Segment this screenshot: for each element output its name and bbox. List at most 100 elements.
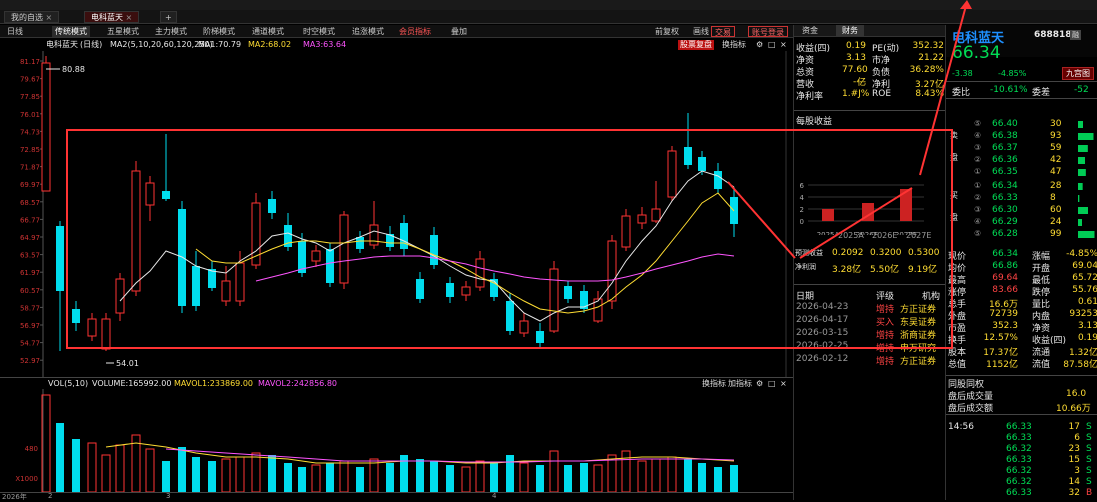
ask-price: 66.37 [992, 143, 1018, 153]
x-axis: 2026年 2 3 4 [0, 492, 793, 501]
candlestick-chart[interactable]: 81.17 79.67 77.85 76.01 74.73 72.85 71.87 69.97… [0, 51, 793, 377]
tick-price: 66.32 [1006, 444, 1032, 454]
candle-body [506, 301, 514, 331]
trade-button[interactable]: 交易 [711, 26, 735, 37]
tick-volume: 32 [1068, 488, 1080, 498]
rating-date: 2026-03-15 [796, 328, 849, 338]
fin-label: ROE [872, 89, 892, 99]
volume-bar [446, 465, 454, 492]
mode-chase[interactable]: 追涨模式 [349, 26, 387, 37]
adjust-select[interactable]: 前复权 [652, 26, 682, 37]
volume-bar [549, 450, 559, 492]
eps-year: 2026E [872, 231, 898, 240]
ask-level: ④ [974, 131, 982, 140]
overlay-button[interactable]: 叠加 [448, 26, 470, 37]
volume-bar [651, 458, 661, 492]
y-tick-label: 64.97 [20, 234, 40, 242]
tab-finance[interactable]: 财务 [836, 25, 864, 37]
chart-info-bar: 电科蓝天 (日线) MA2(5,10,20,60,120,250) MA1:70… [0, 38, 793, 51]
candle-body [400, 223, 408, 249]
finance-tabs: 资金 财务 [794, 25, 946, 37]
mode-spacetime[interactable]: 时空模式 [300, 26, 338, 37]
fin-value: 3.13 [845, 53, 866, 63]
candle-body [101, 318, 111, 350]
ma3-value: MA3:63.64 [303, 40, 347, 49]
period-select[interactable]: 日线 [4, 26, 26, 37]
volume-bar [714, 467, 722, 492]
tab-stock[interactable]: 电科蓝天 × [84, 11, 140, 23]
bid-volume: 24 [1050, 217, 1062, 227]
close-icon[interactable]: × [778, 40, 789, 50]
after-vol-value: 16.0 [1066, 389, 1087, 399]
member-indicator[interactable]: 会员指标 [396, 26, 434, 37]
mavol2-line [165, 448, 735, 463]
bid-bar [1078, 231, 1095, 238]
candle-body [145, 182, 155, 206]
ask-price: 66.36 [992, 155, 1018, 165]
candle-body [549, 268, 559, 332]
rating-date: 2026-02-12 [796, 354, 849, 364]
candle-body [221, 280, 231, 302]
tick-volume: 23 [1068, 444, 1080, 454]
bid-price: 66.28 [992, 229, 1018, 239]
candle-body [564, 286, 572, 299]
mode-five-star[interactable]: 五星模式 [104, 26, 142, 37]
settings-icon[interactable]: ⚙ [754, 40, 765, 50]
maximize-icon[interactable]: □ [766, 40, 778, 50]
tick-volume: 3 [1074, 466, 1080, 476]
nine-grid-button[interactable]: 九宫图 [1062, 67, 1094, 80]
stat-label: 总值 [948, 360, 967, 370]
chart-toolbar: 日线 传统模式 五星模式 主力模式 阶梯模式 通道模式 时空模式 追涨模式 会员… [0, 25, 793, 38]
weicha-value: -52 [1074, 85, 1089, 95]
tab-watchlist[interactable]: 我的自选 × [4, 11, 60, 23]
volume-bar [311, 464, 321, 492]
volume-bar [72, 439, 80, 492]
volume-bar [536, 465, 544, 492]
book-bars [1078, 121, 1095, 238]
login-button[interactable]: 账号登录 [748, 26, 788, 37]
stat-value: 12.57% [983, 333, 1018, 343]
stat-value: 93253 [1069, 309, 1097, 319]
bid-level: ② [974, 193, 982, 202]
rating-grade: 增持 [876, 331, 895, 341]
finance-panel: 资金 财务 收益(四) 0.19 PE(动) 352.32 净资 3.13 市净 21.22 总… [793, 25, 946, 500]
volume-chart[interactable]: 480 X1000 [0, 389, 793, 492]
after-amt-label: 盘后成交额 [948, 404, 994, 414]
eps-row-label: 预测收益 [795, 249, 823, 257]
stat-value: 1152亿 [986, 360, 1018, 370]
bid-volume: 60 [1050, 205, 1062, 215]
draw-button[interactable]: 画线 [690, 26, 712, 37]
mode-traditional[interactable]: 传统模式 [52, 26, 90, 37]
mode-main-force[interactable]: 主力模式 [152, 26, 190, 37]
add-tab-button[interactable]: + [160, 11, 177, 23]
switch-indicator-button[interactable]: 换指标 [720, 40, 748, 50]
bid-level: ③ [974, 205, 982, 214]
bid-volume: 8 [1050, 193, 1056, 203]
volume-bar [430, 461, 438, 492]
vol-settings-icon[interactable]: ⚙ [754, 379, 765, 389]
bid-volume: 28 [1050, 181, 1062, 191]
tick-price: 66.33 [1006, 433, 1032, 443]
eps-bar [822, 209, 834, 221]
candle-body [536, 331, 544, 343]
tab-funds[interactable]: 资金 [802, 25, 818, 37]
replay-button[interactable]: 股票复盘 [678, 40, 714, 50]
vol-maximize-icon[interactable]: □ [766, 379, 778, 389]
bid-price: 66.29 [992, 217, 1018, 227]
x-tick: 4 [492, 492, 497, 500]
vol-close-icon[interactable]: × [778, 379, 789, 389]
x-tick: 2 [48, 492, 53, 500]
margin-badge: 融 [1070, 30, 1081, 40]
volume-bar [684, 459, 692, 492]
volume-bar [145, 448, 155, 492]
mode-channel[interactable]: 通道模式 [249, 26, 287, 37]
eps-bar [900, 189, 912, 221]
vol-switch-button[interactable]: 换指标 [700, 379, 728, 389]
stat-value: 72739 [989, 309, 1018, 319]
vol-add-button[interactable]: 加指标 [726, 379, 754, 389]
period-label: (日线) [80, 40, 103, 49]
ask-price: 66.40 [992, 119, 1018, 129]
eps-row-label: 净利润 [795, 263, 816, 271]
mode-ladder[interactable]: 阶梯模式 [200, 26, 238, 37]
volume-bar [621, 450, 631, 492]
